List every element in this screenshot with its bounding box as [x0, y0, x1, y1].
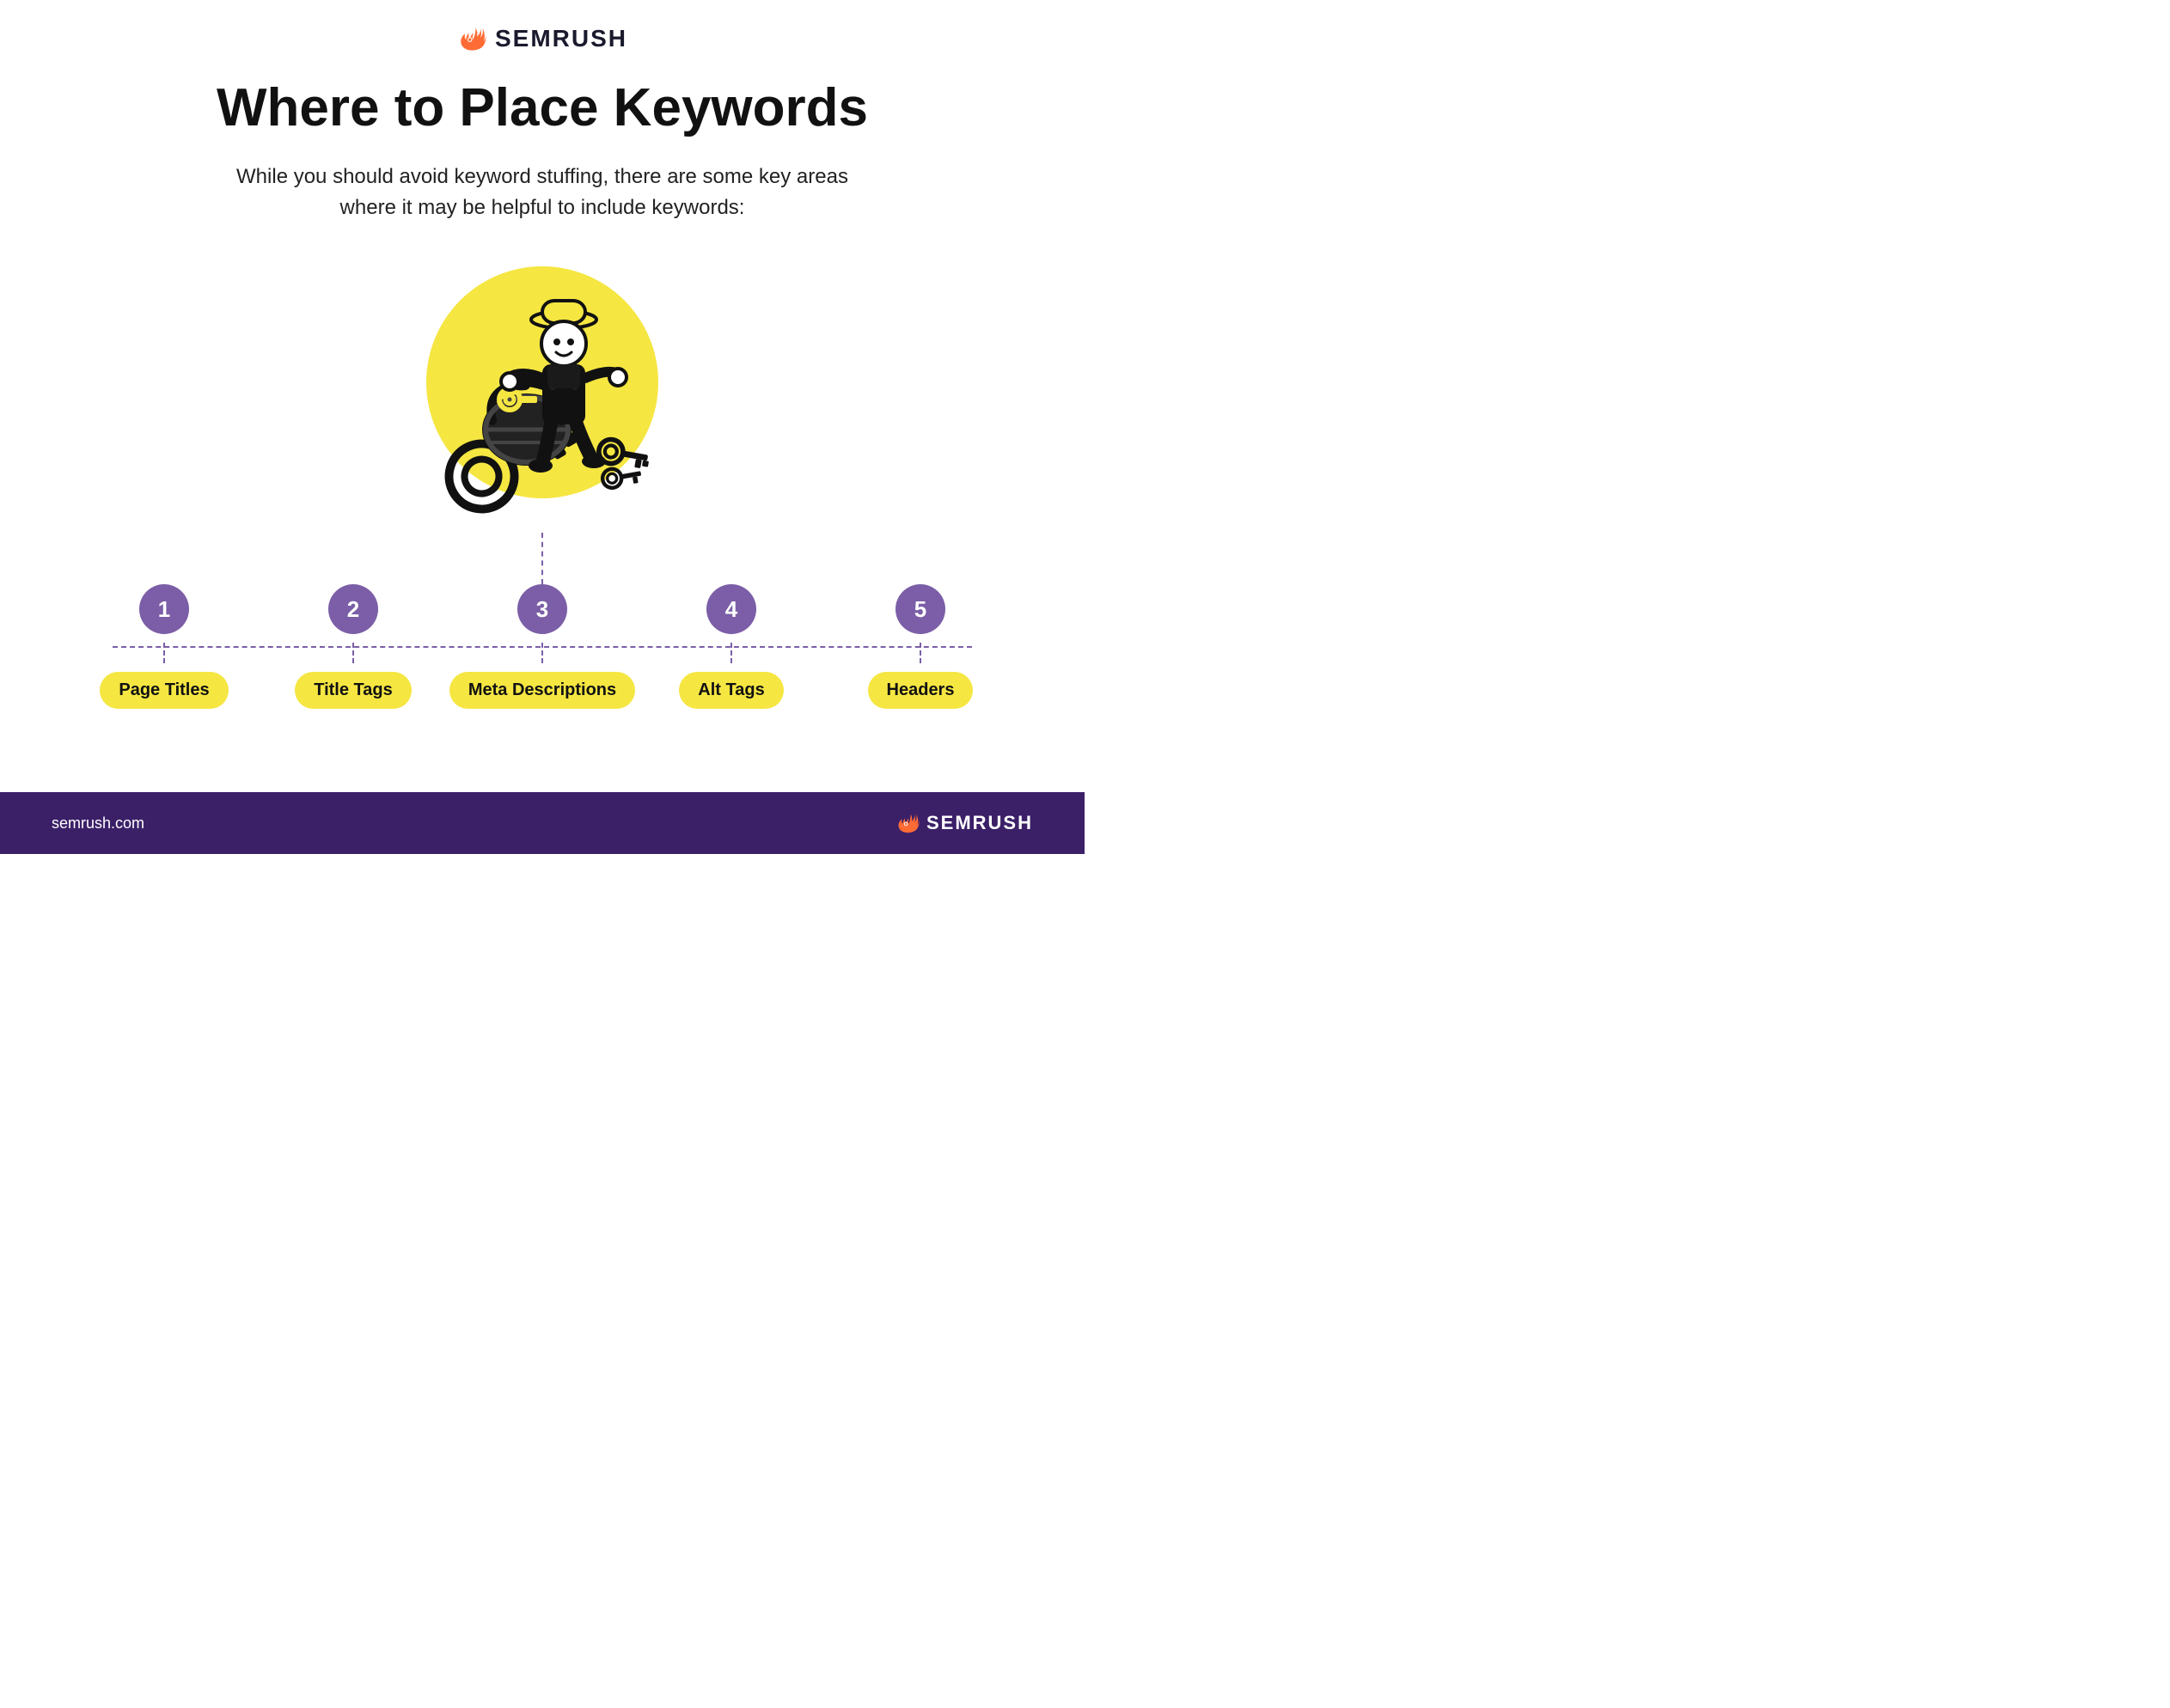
node-circle-5: 5 — [896, 584, 945, 634]
timeline-node-1: 1 Page Titles — [70, 584, 259, 709]
page-title: Where to Place Keywords — [217, 79, 868, 137]
timeline-section: 1 Page Titles 2 Title Tags 3 — [70, 584, 1015, 726]
node-circle-4: 4 — [706, 584, 756, 634]
node-connector-2 — [352, 643, 354, 663]
node-circle-1: 1 — [139, 584, 189, 634]
subtitle-text: While you should avoid keyword stuffing,… — [216, 162, 869, 223]
timeline-node-5: 5 Headers — [826, 584, 1015, 709]
node-label-4: Alt Tags — [679, 672, 783, 709]
semrush-flame-icon — [457, 24, 486, 53]
footer-logo-text: SEMRUSH — [926, 812, 1033, 834]
footer-logo: SEMRUSH — [896, 811, 1033, 835]
illustration-area — [69, 258, 1016, 533]
node-circle-2: 2 — [328, 584, 378, 634]
node-label-3: Meta Descriptions — [449, 672, 635, 709]
timeline-node-2: 2 Title Tags — [259, 584, 448, 709]
timeline-row: 1 Page Titles 2 Title Tags 3 — [70, 584, 1015, 709]
illustration-svg — [405, 258, 680, 533]
vertical-dashed-line — [541, 533, 543, 584]
node-connector-5 — [920, 643, 921, 663]
node-connector-4 — [730, 643, 732, 663]
page-wrapper: SEMRUSH Where to Place Keywords While yo… — [0, 0, 1085, 854]
header-logo-text: SEMRUSH — [495, 25, 627, 52]
logo-container: SEMRUSH — [457, 24, 627, 53]
timeline-node-3: 3 Meta Descriptions — [448, 584, 637, 709]
footer: semrush.com SEMRUSH — [0, 792, 1085, 854]
node-circle-3: 3 — [517, 584, 567, 634]
node-label-5: Headers — [868, 672, 974, 709]
timeline-node-4: 4 Alt Tags — [637, 584, 826, 709]
node-label-2: Title Tags — [295, 672, 412, 709]
footer-flame-icon — [896, 811, 920, 835]
node-label-1: Page Titles — [100, 672, 228, 709]
node-connector-1 — [163, 643, 165, 663]
footer-url: semrush.com — [52, 814, 144, 833]
main-content: Where to Place Keywords While you should… — [0, 62, 1085, 792]
header: SEMRUSH — [0, 0, 1085, 62]
node-connector-3 — [541, 643, 543, 663]
